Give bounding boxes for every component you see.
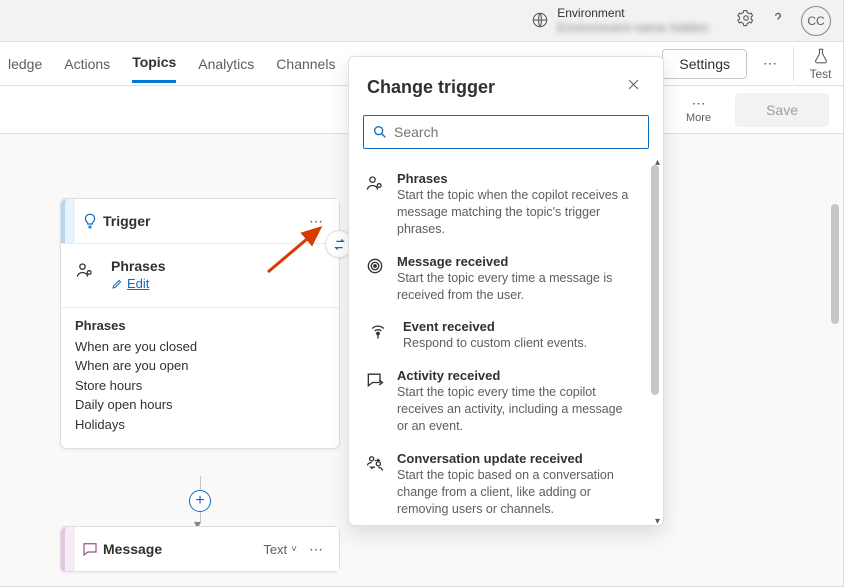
trigger-node-title: Trigger	[103, 213, 305, 229]
phrase-line: Store hours	[75, 376, 325, 396]
option-title: Activity received	[397, 368, 637, 383]
canvas-scrollbar[interactable]	[829, 204, 841, 584]
message-type-dropdown[interactable]: Text ˅	[263, 542, 297, 557]
message-node-menu[interactable]: ⋯	[303, 541, 327, 558]
option-desc: Respond to custom client events.	[403, 335, 587, 352]
trigger-node[interactable]: Trigger ⋯ Phrases Edit	[60, 198, 340, 449]
panel-search-box[interactable]	[363, 115, 649, 149]
option-title: Phrases	[397, 171, 637, 186]
user-avatar[interactable]: CC	[801, 6, 831, 36]
environment-label: Environment	[557, 6, 709, 20]
trigger-node-header[interactable]: Trigger ⋯	[61, 199, 339, 243]
flask-icon	[812, 47, 830, 65]
phrases-heading: Phrases	[75, 318, 325, 333]
option-desc: Start the topic every time the copilot r…	[397, 384, 637, 435]
person-phrase-icon	[365, 171, 385, 238]
trigger-option-phrases[interactable]: PhrasesStart the topic when the copilot …	[355, 163, 657, 246]
panel-title: Change trigger	[367, 77, 622, 98]
panel-search-input[interactable]	[394, 124, 640, 140]
option-title: Message received	[397, 254, 637, 269]
panel-close-button[interactable]	[622, 73, 645, 101]
message-node[interactable]: Message Text ˅ ⋯	[60, 526, 340, 572]
message-node-header[interactable]: Message Text ˅ ⋯	[61, 527, 339, 571]
target-icon	[365, 254, 385, 304]
search-icon	[372, 124, 388, 140]
environment-name: Environment name hidden	[557, 20, 709, 36]
close-icon	[626, 77, 641, 92]
scroll-down-arrow[interactable]: ▾	[655, 516, 660, 525]
environment-picker[interactable]: Environment Environment name hidden	[531, 6, 709, 36]
phrases-preview: Phrases When are you closedWhen are you …	[61, 308, 339, 449]
trigger-subcard-title: Phrases	[111, 258, 165, 274]
trigger-options-list: ▴ PhrasesStart the topic when the copilo…	[349, 159, 663, 525]
toolbar-more-button[interactable]: ⋯ More	[686, 95, 711, 124]
antenna-icon	[365, 319, 391, 352]
tabs-overflow-button[interactable]: ⋯	[757, 49, 783, 78]
person-phrase-icon	[75, 258, 99, 295]
add-node-button[interactable]: +	[189, 490, 211, 512]
option-desc: Start the topic based on a conversation …	[397, 467, 637, 518]
phrase-line: When are you closed	[75, 337, 325, 357]
trigger-node-menu[interactable]: ⋯	[305, 213, 327, 230]
trigger-option-activity-received[interactable]: Activity receivedStart the topic every t…	[355, 360, 657, 443]
nav-tab-actions[interactable]: Actions	[64, 46, 110, 82]
option-title: Event received	[403, 319, 587, 334]
globe-icon	[531, 11, 549, 29]
trigger-option-message-received[interactable]: Message receivedStart the topic every ti…	[355, 246, 657, 312]
help-button[interactable]	[769, 9, 787, 32]
nav-tab-topics[interactable]: Topics	[132, 44, 176, 83]
connector-line	[200, 476, 201, 490]
people-swap-icon	[365, 451, 385, 518]
trigger-option-event-received[interactable]: Event receivedRespond to custom client e…	[355, 311, 657, 360]
nav-tab-ledge[interactable]: ledge	[8, 46, 42, 82]
edit-phrases-link[interactable]: Edit	[111, 276, 149, 291]
chat-arrow-icon	[365, 368, 385, 435]
lightbulb-icon	[77, 212, 103, 230]
nav-tab-analytics[interactable]: Analytics	[198, 46, 254, 82]
trigger-option-conversation-update-received[interactable]: Conversation update receivedStart the to…	[355, 443, 657, 525]
settings-button[interactable]: Settings	[662, 49, 747, 79]
nav-tab-channels[interactable]: Channels	[276, 46, 335, 82]
message-node-title: Message	[103, 541, 263, 557]
pencil-icon	[111, 278, 123, 290]
swap-icon	[332, 237, 347, 252]
change-trigger-panel: Change trigger ▴ PhrasesStart the topic …	[348, 56, 664, 526]
panel-scrollbar[interactable]	[651, 165, 659, 519]
option-desc: Start the topic when the copilot receive…	[397, 187, 637, 238]
trigger-phrases-card[interactable]: Phrases Edit	[61, 244, 339, 308]
phrase-line: Holidays	[75, 415, 325, 435]
app-topbar: Environment Environment name hidden CC	[0, 0, 843, 42]
settings-gear-button[interactable]	[737, 9, 755, 32]
question-icon	[769, 9, 787, 27]
gear-icon	[737, 9, 755, 27]
test-button[interactable]: Test	[793, 47, 835, 81]
chat-icon	[77, 540, 103, 558]
option-title: Conversation update received	[397, 451, 637, 466]
option-desc: Start the topic every time a message is …	[397, 270, 637, 304]
phrase-line: When are you open	[75, 356, 325, 376]
save-button[interactable]: Save	[735, 93, 829, 127]
chevron-down-icon: ˅	[291, 544, 297, 555]
phrase-line: Daily open hours	[75, 395, 325, 415]
